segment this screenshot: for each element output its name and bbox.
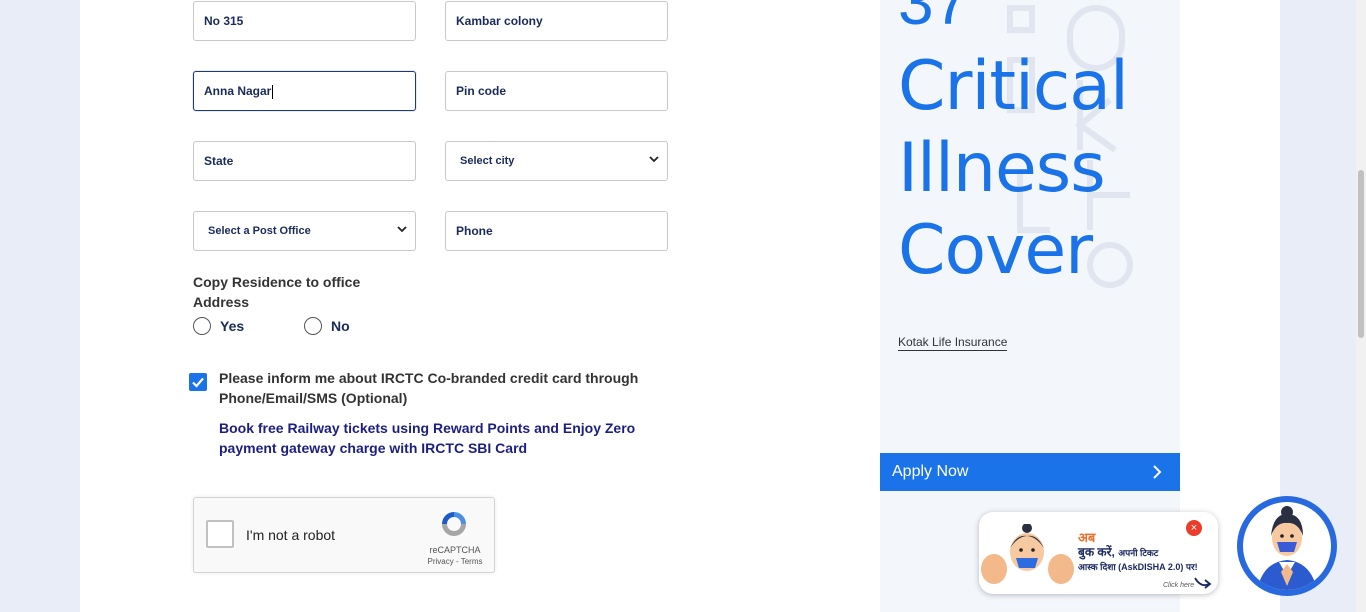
state-input[interactable]: State	[193, 141, 416, 181]
recaptcha-logo-icon	[442, 512, 466, 536]
askdisha-line-2: बुक करें, अपनी टिकट	[1078, 543, 1158, 560]
ad-number: 37	[898, 0, 970, 38]
askdisha-line-2-small: अपनी टिकट	[1118, 548, 1159, 558]
recaptcha-label: I'm not a robot	[246, 527, 336, 543]
ad-headline: Critical Illness Cover	[898, 46, 1129, 292]
pincode-input[interactable]: Pin code	[445, 71, 668, 111]
askdisha-avatar	[1243, 502, 1331, 590]
text-cursor	[272, 84, 274, 99]
area-value: Anna Nagar	[204, 84, 272, 98]
checkmark-icon	[192, 377, 204, 388]
apply-now-label: Apply Now	[892, 463, 969, 480]
close-icon[interactable]: ×	[1186, 520, 1202, 536]
pincode-placeholder: Pin code	[456, 84, 507, 98]
recaptcha-terms-link[interactable]: Privacy - Terms	[422, 557, 488, 566]
radio-no[interactable]	[304, 317, 322, 335]
street-value: Kambar colony	[456, 14, 543, 28]
post-office-select[interactable]: Select a Post Office	[193, 211, 416, 251]
ad-brand-link[interactable]: Kotak Life Insurance	[898, 335, 1008, 351]
street-input[interactable]: Kambar colony	[445, 1, 668, 41]
recaptcha-brand: reCAPTCHA	[429, 545, 481, 555]
radio-yes[interactable]	[193, 317, 211, 335]
ad-headline-line-3: Cover	[898, 211, 1093, 290]
consent-checkbox[interactable]	[189, 373, 207, 391]
city-selected: Select city	[460, 155, 515, 167]
radio-no-label: No	[331, 318, 350, 334]
askdisha-line-3: आस्क दिशा (AskDISHA 2.0) पर!	[1078, 562, 1198, 572]
askdisha-mascot-thumbs-up	[981, 524, 1074, 584]
chevron-down-icon	[649, 156, 659, 163]
copy-address-label: Copy Residence to office Address	[193, 274, 361, 310]
recaptcha-widget: I'm not a robot reCAPTCHA Privacy - Term…	[193, 497, 495, 573]
apply-now-button[interactable]: Apply Now	[880, 453, 1180, 491]
phone-placeholder: Phone	[456, 224, 493, 238]
ad-headline-line-2: Illness	[898, 129, 1106, 208]
askdisha-line-2-main: बुक करें,	[1078, 545, 1115, 559]
askdisha-chat-launcher[interactable]	[1237, 496, 1337, 596]
radio-yes-label: Yes	[220, 318, 245, 334]
house-number-value: No 315	[204, 14, 244, 28]
house-number-input[interactable]: No 315	[193, 1, 416, 41]
askdisha-click-here[interactable]: Click here	[1163, 582, 1194, 589]
chevron-right-icon	[1153, 465, 1162, 479]
recaptcha-checkbox[interactable]	[206, 520, 234, 548]
scrollbar-thumb[interactable]	[1358, 170, 1364, 338]
consent-text: Please inform me about IRCTC Co-branded …	[219, 370, 639, 406]
chevron-down-icon	[397, 226, 407, 233]
page-scrollbar[interactable]	[1356, 0, 1366, 612]
phone-input[interactable]: Phone	[445, 211, 668, 251]
promo-text: Book free Railway tickets using Reward P…	[219, 420, 636, 456]
area-input[interactable]: Anna Nagar	[193, 71, 416, 111]
askdisha-avatar-icon	[1257, 506, 1317, 590]
state-placeholder: State	[204, 154, 234, 168]
city-select[interactable]: Select city	[445, 141, 668, 181]
ad-headline-line-1: Critical	[898, 47, 1129, 126]
post-office-selected: Select a Post Office	[208, 225, 311, 237]
curved-arrow-icon	[1194, 577, 1212, 589]
askdisha-promo-bubble[interactable]: × अब बुक करें, अपनी टिकट आस्क दिशा (AskD…	[979, 512, 1218, 594]
page-gutter-left	[16, 0, 80, 612]
